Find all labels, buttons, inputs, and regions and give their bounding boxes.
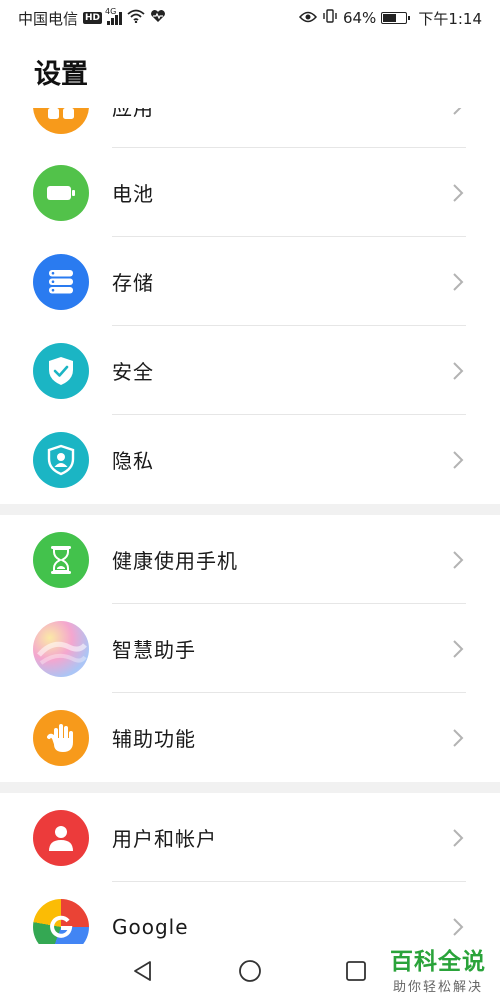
settings-group-3: 用户和帐户 Google xyxy=(0,793,500,944)
user-icon xyxy=(33,809,89,866)
battery-fill xyxy=(383,14,397,22)
settings-item-storage[interactable]: 存储 xyxy=(0,237,500,326)
home-circle-icon[interactable] xyxy=(237,958,263,984)
settings-item-users-accounts[interactable]: 用户和帐户 xyxy=(0,793,500,882)
settings-list[interactable]: 应用 电池 存储 安全 隐私 健康使用手机 智慧助手 辅助功能 用户和帐户 Go… xyxy=(0,108,500,944)
eye-icon xyxy=(298,9,317,27)
settings-item-apps[interactable]: 应用 xyxy=(0,108,500,148)
settings-item-security[interactable]: 安全 xyxy=(0,326,500,415)
page-title: 设置 xyxy=(34,59,88,90)
chevron-right-icon xyxy=(453,450,464,469)
shield-check-icon xyxy=(33,342,89,399)
carrier-name: 中国电信 xyxy=(18,9,79,28)
vibrate-icon xyxy=(322,9,338,27)
chevron-right-icon xyxy=(453,828,464,847)
network-type: 4G xyxy=(105,7,117,16)
status-left: 中国电信 HD 4G xyxy=(18,7,166,29)
watermark-title: 百科全说 xyxy=(390,949,486,975)
apps-icon xyxy=(33,108,89,134)
privacy-shield-icon xyxy=(33,431,89,488)
heartbeat-icon xyxy=(150,9,166,27)
chevron-right-icon xyxy=(453,639,464,658)
settings-group-2: 健康使用手机 智慧助手 辅助功能 xyxy=(0,515,500,782)
battery-icon xyxy=(33,164,89,221)
settings-item-label: 电池 xyxy=(112,182,154,206)
chevron-right-icon xyxy=(453,917,464,936)
status-time: 下午1:14 xyxy=(418,9,482,28)
settings-item-accessibility[interactable]: 辅助功能 xyxy=(0,693,500,782)
chevron-right-icon xyxy=(453,361,464,380)
watermark: 百科全说 助你轻松解决 xyxy=(390,942,486,995)
wifi-icon xyxy=(127,9,145,27)
chevron-right-icon xyxy=(453,550,464,569)
group-separator xyxy=(0,504,500,515)
settings-item-label: 存储 xyxy=(112,271,154,295)
watermark-subtitle: 助你轻松解决 xyxy=(392,980,483,995)
chevron-right-icon xyxy=(453,108,462,115)
settings-item-label: 用户和帐户 xyxy=(112,827,217,851)
battery-percent: 64% xyxy=(342,9,377,27)
settings-item-digital-balance[interactable]: 健康使用手机 xyxy=(0,515,500,604)
recents-square-icon[interactable] xyxy=(343,958,369,984)
settings-item-label: 智慧助手 xyxy=(112,638,196,662)
chevron-right-icon xyxy=(453,272,464,291)
settings-group-1: 应用 电池 存储 安全 隐私 xyxy=(0,108,500,504)
hand-icon xyxy=(33,709,89,766)
settings-item-label: 安全 xyxy=(112,360,154,384)
google-icon xyxy=(33,898,89,944)
settings-item-smart-assistant[interactable]: 智慧助手 xyxy=(0,604,500,693)
storage-icon xyxy=(33,253,89,310)
settings-item-label: 隐私 xyxy=(112,449,154,473)
back-triangle-icon[interactable] xyxy=(130,958,156,984)
settings-item-label: 健康使用手机 xyxy=(112,549,238,573)
settings-item-privacy[interactable]: 隐私 xyxy=(0,415,500,504)
chevron-right-icon xyxy=(453,183,464,202)
settings-item-battery[interactable]: 电池 xyxy=(0,148,500,237)
settings-item-google[interactable]: Google xyxy=(0,882,500,944)
settings-item-label: 辅助功能 xyxy=(112,727,196,751)
settings-item-label: Google xyxy=(112,914,189,939)
status-right: 64% 下午1:14 xyxy=(298,8,482,29)
assistant-icon xyxy=(33,620,89,677)
hourglass-icon xyxy=(33,531,89,588)
group-separator xyxy=(0,782,500,793)
signal-icon: 4G xyxy=(105,7,123,25)
battery-icon xyxy=(381,12,411,24)
status-bar: 中国电信 HD 4G 64% 下午1:14 xyxy=(0,0,500,36)
hd-badge: HD xyxy=(83,12,103,24)
settings-item-label: 应用 xyxy=(112,108,154,120)
chevron-right-icon xyxy=(453,728,464,747)
